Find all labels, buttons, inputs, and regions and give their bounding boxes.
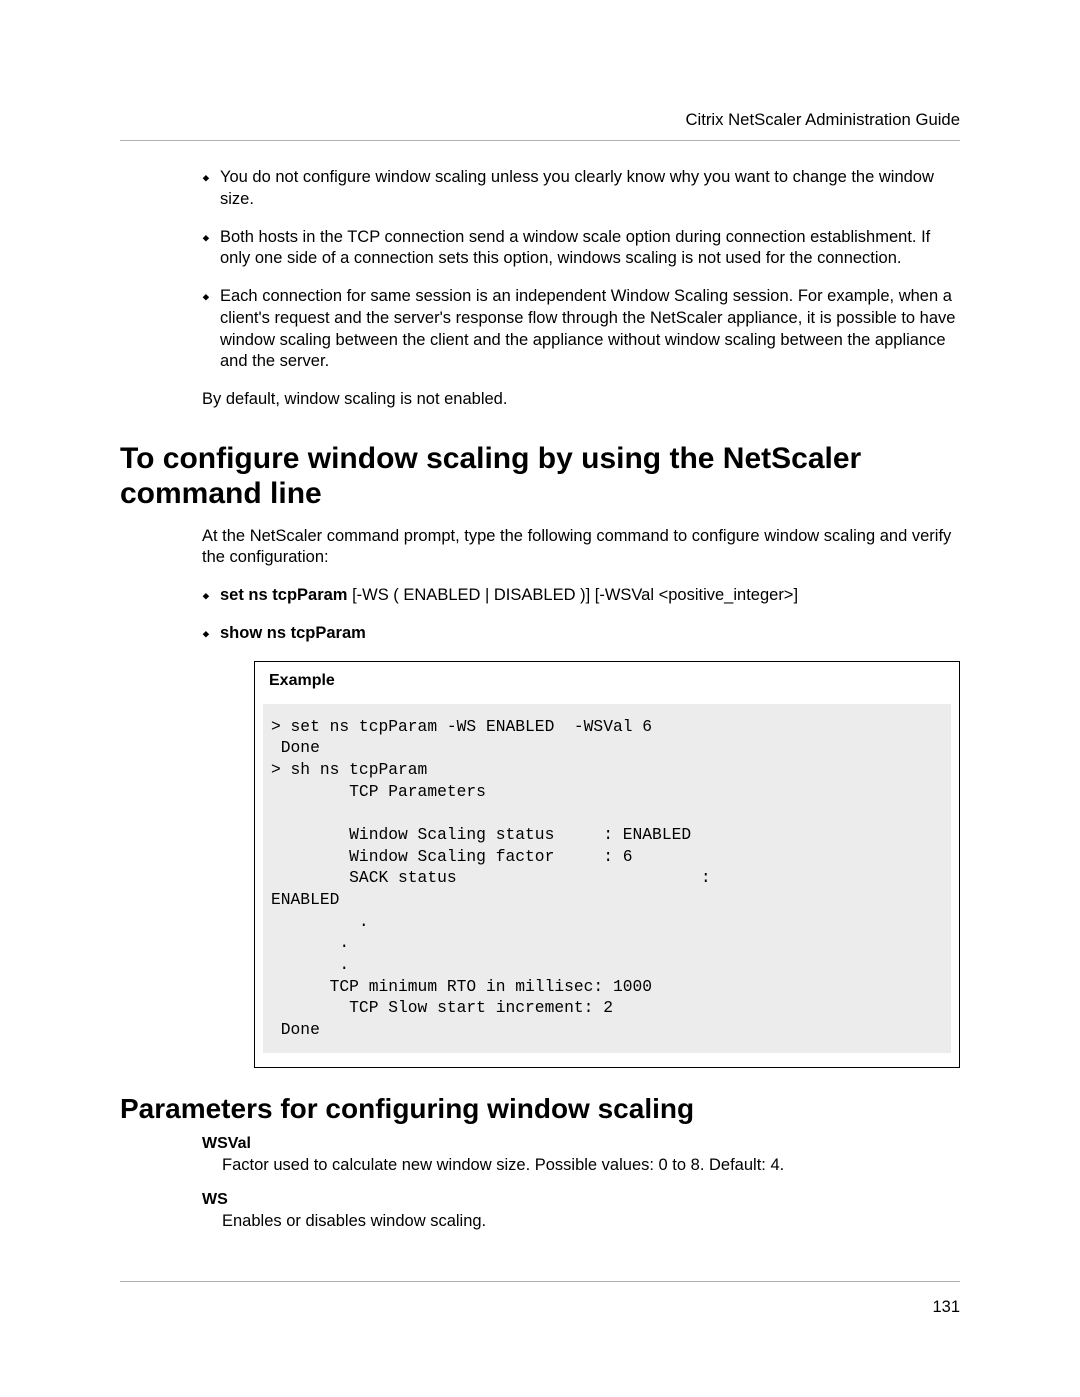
section-heading-parameters: Parameters for configuring window scalin… xyxy=(120,1092,960,1126)
example-box: Example > set ns tcpParam -WS ENABLED -W… xyxy=(254,661,960,1068)
param-term: WSVal xyxy=(202,1135,960,1153)
param-description: Factor used to calculate new window size… xyxy=(222,1155,960,1176)
running-header: Citrix NetScaler Administration Guide xyxy=(120,110,960,130)
intro-bullet: Both hosts in the TCP connection send a … xyxy=(202,227,960,271)
param-term: WS xyxy=(202,1191,960,1209)
parameter-item: WS Enables or disables window scaling. xyxy=(202,1191,960,1232)
example-code-block: > set ns tcpParam -WS ENABLED -WSVal 6 D… xyxy=(263,704,951,1053)
intro-bullet: Each connection for same session is an i… xyxy=(202,286,960,373)
configure-lead-paragraph: At the NetScaler command prompt, type th… xyxy=(202,526,960,570)
intro-bullet: You do not configure window scaling unle… xyxy=(202,167,960,211)
intro-note: By default, window scaling is not enable… xyxy=(202,389,960,411)
command-item: set ns tcpParam [-WS ( ENABLED | DISABLE… xyxy=(202,585,960,607)
command-args: [-WS ( ENABLED | DISABLED )] [-WSVal <po… xyxy=(347,586,798,604)
parameter-item: WSVal Factor used to calculate new windo… xyxy=(202,1135,960,1176)
command-list: set ns tcpParam [-WS ( ENABLED | DISABLE… xyxy=(202,585,960,645)
param-description: Enables or disables window scaling. xyxy=(222,1211,960,1232)
command-name: set ns tcpParam xyxy=(220,586,347,604)
footer-rule xyxy=(120,1281,960,1282)
page-number: 131 xyxy=(120,1298,960,1317)
example-label: Example xyxy=(269,672,945,690)
header-rule xyxy=(120,140,960,141)
intro-bullet-list: You do not configure window scaling unle… xyxy=(202,167,960,373)
command-item: show ns tcpParam xyxy=(202,623,960,645)
section-heading-configure: To configure window scaling by using the… xyxy=(120,441,960,512)
command-name: show ns tcpParam xyxy=(220,624,366,642)
